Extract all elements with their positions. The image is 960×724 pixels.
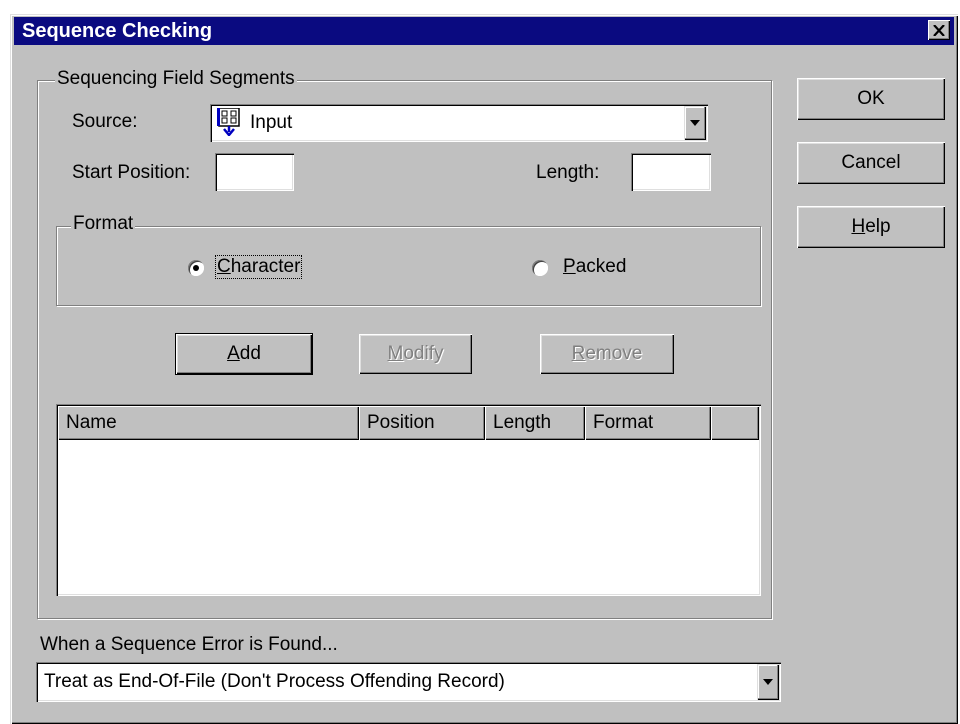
input-source-icon <box>217 108 240 136</box>
column-header-length[interactable]: Length <box>485 406 585 440</box>
add-button[interactable]: Add <box>175 333 313 375</box>
column-header-position[interactable]: Position <box>359 406 485 440</box>
format-group <box>56 226 761 306</box>
chevron-down-icon <box>763 679 773 685</box>
modify-button-label: Modify <box>387 343 444 364</box>
cancel-button[interactable]: Cancel <box>797 142 945 184</box>
table-header: Name Position Length Format <box>58 406 759 440</box>
column-header-filler <box>711 406 759 440</box>
start-position-input[interactable] <box>215 153 294 191</box>
column-header-name[interactable]: Name <box>58 406 359 440</box>
character-radio[interactable] <box>188 260 204 276</box>
error-label: When a Sequence Error is Found... <box>40 634 338 655</box>
error-handling-dropdown[interactable]: Treat as End-Of-File (Don't Process Offe… <box>36 662 781 702</box>
close-button[interactable] <box>928 20 950 40</box>
length-input[interactable] <box>631 153 711 191</box>
character-radio-label[interactable]: Character <box>214 255 303 279</box>
ok-button[interactable]: OK <box>797 78 945 120</box>
window-title: Sequence Checking <box>22 20 213 42</box>
close-icon <box>933 24 945 36</box>
length-label: Length: <box>536 162 600 183</box>
segments-table[interactable]: Name Position Length Format <box>56 404 761 596</box>
segments-group-label: Sequencing Field Segments <box>55 68 297 90</box>
ok-button-label: OK <box>857 88 885 109</box>
start-position-label: Start Position: <box>72 162 191 183</box>
remove-button[interactable]: Remove <box>540 334 674 374</box>
title-bar: Sequence Checking <box>14 17 954 45</box>
add-button-label: Add <box>227 343 261 364</box>
modify-button[interactable]: Modify <box>359 334 472 374</box>
source-label: Source: <box>72 111 138 132</box>
chevron-down-icon <box>690 120 700 126</box>
error-dropdown-button[interactable] <box>757 664 779 700</box>
remove-button-label: Remove <box>571 343 643 364</box>
source-dropdown[interactable]: Input <box>210 104 708 142</box>
packed-radio-label[interactable]: Packed <box>563 256 626 278</box>
help-button[interactable]: Help <box>797 206 945 248</box>
column-header-format[interactable]: Format <box>585 406 711 440</box>
format-group-label: Format <box>71 213 136 235</box>
source-dropdown-button[interactable] <box>684 106 706 140</box>
help-button-label: Help <box>851 216 891 237</box>
source-value: Input <box>250 112 293 133</box>
cancel-button-label: Cancel <box>841 152 901 173</box>
packed-radio[interactable] <box>532 260 548 276</box>
error-handling-value: Treat as End-Of-File (Don't Process Offe… <box>44 671 505 692</box>
